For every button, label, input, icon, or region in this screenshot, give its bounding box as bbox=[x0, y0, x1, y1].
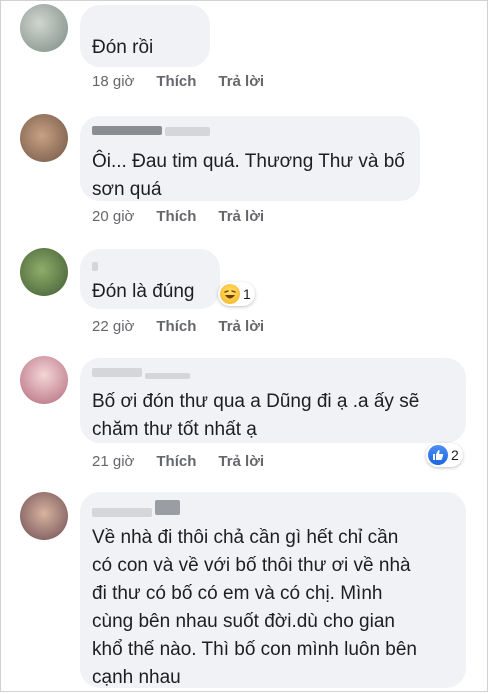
reaction-count: 2 bbox=[451, 447, 459, 463]
haha-icon bbox=[220, 284, 240, 304]
reply-link[interactable]: Trả lời bbox=[218, 453, 264, 471]
commenter-name bbox=[165, 127, 210, 136]
reply-link[interactable]: Trả lời bbox=[218, 208, 264, 226]
comment-timestamp[interactable]: 18 giờ bbox=[92, 73, 134, 91]
comment-text: Về nhà đi thôi chả cần gì hết chỉ cần có… bbox=[92, 527, 417, 688]
reaction-badge[interactable]: 1 bbox=[218, 282, 255, 306]
comment-actions: 22 giờ Thích Trả lời bbox=[92, 318, 264, 336]
comment-text: Bố ơi đón thư qua a Dũng đi ạ .a ấy sẽ c… bbox=[92, 391, 420, 440]
reaction-badge[interactable]: 2 bbox=[426, 443, 463, 467]
comment-text: Đón rồi bbox=[92, 37, 154, 58]
comment-actions: 20 giờ Thích Trả lời bbox=[92, 208, 264, 226]
commenter-name[interactable] bbox=[92, 262, 98, 271]
avatar[interactable] bbox=[20, 492, 68, 540]
commenter-name bbox=[155, 500, 180, 515]
commenter-name[interactable] bbox=[92, 126, 162, 135]
reaction-count: 1 bbox=[243, 286, 251, 302]
like-link[interactable]: Thích bbox=[156, 318, 196, 336]
commenter-name[interactable] bbox=[92, 368, 142, 377]
commenter-name bbox=[145, 373, 190, 379]
avatar[interactable] bbox=[20, 4, 68, 52]
reply-link[interactable]: Trả lời bbox=[218, 318, 264, 336]
comment-text: Ôi... Đau tim quá. Thương Thư và bố sơn … bbox=[92, 151, 405, 200]
comment-actions: 18 giờ Thích Trả lời bbox=[92, 73, 264, 91]
comment-text: Đón là đúng bbox=[92, 281, 195, 302]
like-link[interactable]: Thích bbox=[156, 73, 196, 91]
like-link[interactable]: Thích bbox=[156, 208, 196, 226]
comment-timestamp[interactable]: 22 giờ bbox=[92, 318, 134, 336]
like-icon bbox=[428, 445, 448, 465]
comment-actions: 21 giờ Thích Trả lời bbox=[92, 453, 264, 471]
commenter-name[interactable] bbox=[92, 508, 152, 517]
reply-link[interactable]: Trả lời bbox=[218, 73, 264, 91]
comment-timestamp[interactable]: 21 giờ bbox=[92, 453, 134, 471]
comment-timestamp[interactable]: 20 giờ bbox=[92, 208, 134, 226]
avatar[interactable] bbox=[20, 248, 68, 296]
avatar[interactable] bbox=[20, 356, 68, 404]
avatar[interactable] bbox=[20, 114, 68, 162]
like-link[interactable]: Thích bbox=[156, 453, 196, 471]
